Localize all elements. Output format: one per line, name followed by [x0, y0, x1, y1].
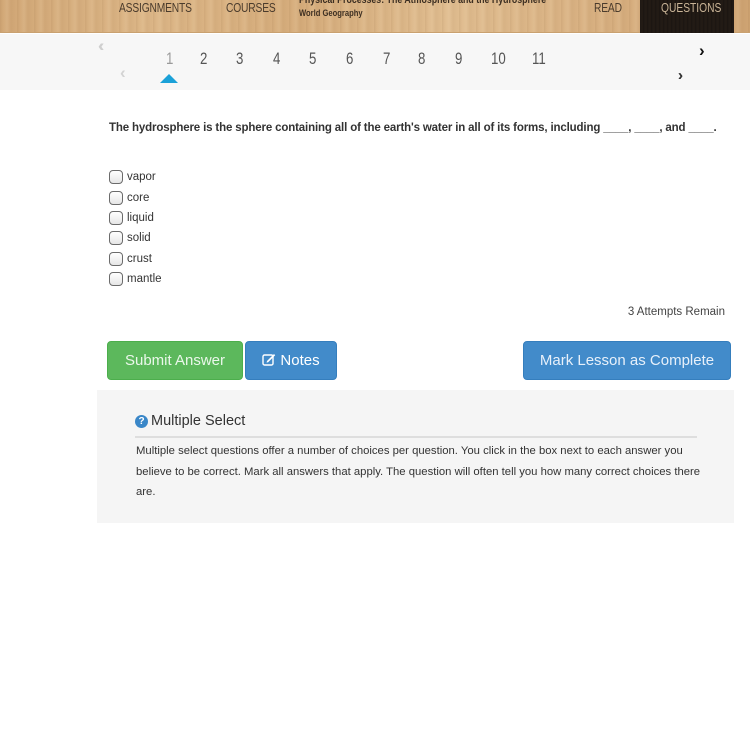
- help-title: Multiple Select: [151, 413, 246, 429]
- top-nav: ASSIGNMENTS COURSES Physical Processes: …: [0, 0, 750, 33]
- chevron-right-icon[interactable]: ›: [699, 42, 705, 59]
- help-panel: ? Multiple Select Multiple select questi…: [97, 390, 734, 523]
- page-8[interactable]: 8: [418, 49, 425, 69]
- option-solid[interactable]: solid: [109, 228, 162, 248]
- course-name: World Geography: [299, 8, 363, 19]
- option-core[interactable]: core: [109, 187, 162, 207]
- page-9[interactable]: 9: [455, 49, 462, 69]
- checkbox[interactable]: [109, 210, 123, 225]
- page-7[interactable]: 7: [383, 49, 390, 69]
- current-page-marker: [160, 74, 178, 83]
- mark-lesson-complete-button[interactable]: Mark Lesson as Complete: [523, 341, 731, 380]
- checkbox[interactable]: [109, 170, 123, 185]
- checkbox[interactable]: [109, 272, 123, 287]
- help-heading: ? Multiple Select: [135, 413, 245, 429]
- option-label: crust: [127, 252, 152, 265]
- attempts-remaining: 3 Attempts Remain: [627, 306, 725, 318]
- page-6[interactable]: 6: [346, 49, 353, 69]
- question-circle-icon: ?: [135, 414, 148, 428]
- option-mantle[interactable]: mantle: [109, 269, 162, 289]
- nav-courses[interactable]: COURSES: [226, 0, 276, 33]
- lesson-info: Physical Processes: The Atmosphere and t…: [299, 0, 546, 21]
- page-2[interactable]: 2: [200, 49, 207, 69]
- edit-icon: [262, 353, 276, 369]
- page-10[interactable]: 10: [491, 49, 506, 69]
- submit-answer-button[interactable]: Submit Answer: [107, 341, 243, 380]
- double-chevron-left-icon[interactable]: ‹‹: [98, 37, 106, 54]
- option-label: liquid: [127, 211, 154, 224]
- option-liquid[interactable]: liquid: [109, 208, 162, 228]
- mark-lesson-complete-label: Mark Lesson as Complete: [539, 352, 715, 369]
- nav-questions-tab[interactable]: QUESTIONS: [640, 0, 734, 33]
- submit-answer-label: Submit Answer: [124, 352, 226, 369]
- answer-options: vapor core liquid solid crust mantle: [109, 167, 162, 289]
- option-label: mantle: [127, 273, 162, 286]
- checkbox[interactable]: [109, 231, 123, 246]
- option-label: vapor: [127, 171, 156, 184]
- lesson-title: Physical Processes: The Atmosphere and t…: [299, 0, 547, 6]
- page-5[interactable]: 5: [309, 49, 316, 69]
- question-pager: ‹‹ ‹ 1 2 3 4 5 6 7 8 9 10 11 › ››: [0, 34, 750, 90]
- option-label: core: [127, 191, 150, 204]
- help-body: Multiple select questions offer a number…: [136, 445, 701, 498]
- option-crust[interactable]: crust: [109, 249, 162, 269]
- nav-questions-label: QUESTIONS: [661, 1, 722, 15]
- option-label: solid: [127, 232, 151, 245]
- nav-read[interactable]: READ: [594, 0, 622, 33]
- nav-assignments[interactable]: ASSIGNMENTS: [119, 0, 192, 33]
- option-vapor[interactable]: vapor: [109, 167, 162, 187]
- page-3[interactable]: 3: [236, 49, 243, 69]
- help-divider: [135, 436, 697, 438]
- notes-button[interactable]: Notes: [245, 341, 337, 380]
- question-text: The hydrosphere is the sphere containing…: [109, 122, 717, 134]
- checkbox[interactable]: [109, 251, 123, 266]
- checkbox[interactable]: [109, 190, 123, 205]
- page-11[interactable]: 11: [532, 49, 546, 69]
- page-4[interactable]: 4: [273, 49, 280, 69]
- page-1[interactable]: 1: [166, 49, 173, 69]
- notes-label: Notes: [280, 352, 320, 369]
- chevron-left-icon[interactable]: ‹: [120, 64, 126, 81]
